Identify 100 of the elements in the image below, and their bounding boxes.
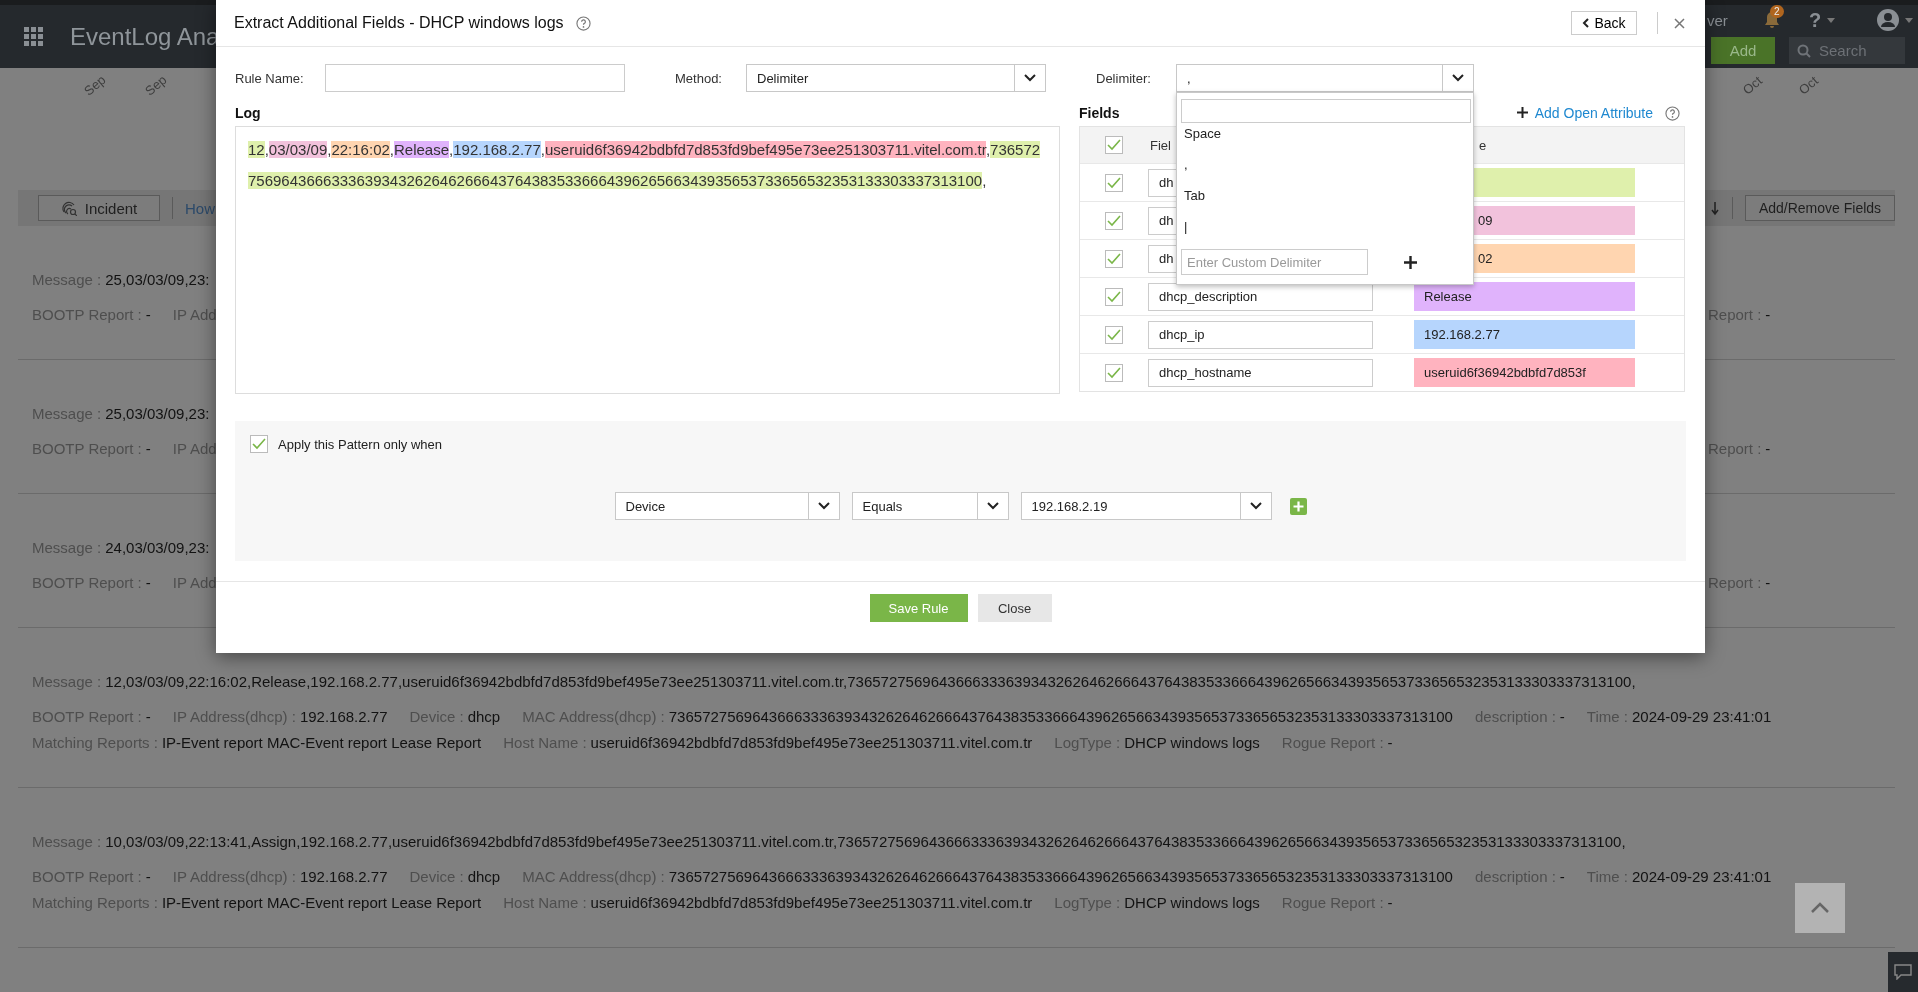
field-value: DHCP windows logs: [1124, 733, 1260, 753]
chevron-down-icon: [1249, 502, 1262, 510]
field-name-input[interactable]: dh: [1148, 168, 1176, 197]
field-value: useruid6f36942bdbfd7d853fd9bef495e73ee251303711.vitel.com.tr: [590, 893, 1033, 913]
field-value: -: [1559, 707, 1565, 727]
axis-label: Sep: [81, 72, 110, 101]
dropdown-option[interactable]: Space: [1181, 123, 1469, 154]
checkbox[interactable]: [1105, 325, 1123, 344]
add-condition-icon[interactable]: [1289, 497, 1307, 515]
checkbox[interactable]: [1105, 249, 1123, 268]
checkbox-label: Apply this Pattern only when: [278, 436, 443, 452]
field-select[interactable]: Device: [614, 492, 840, 520]
add-remove-fields-button[interactable]: Add/Remove Fields: [1745, 195, 1895, 221]
plus-icon: [1516, 107, 1528, 118]
field-value: 7365727569643666333639343262646266643764383533666439626566343935653733656532353133303337313100: [668, 867, 1453, 887]
user-avatar-icon[interactable]: [1877, 9, 1900, 31]
field-value: 24,03/03/09,23:: [105, 538, 210, 558]
value-select[interactable]: 192.168.2.19: [1020, 492, 1272, 520]
user-name[interactable]: ver: [1707, 11, 1763, 29]
search-icon: [1797, 43, 1811, 58]
field-value: -: [1765, 439, 1771, 459]
field-name-input[interactable]: dhcp_hostname: [1148, 358, 1373, 387]
checkbox[interactable]: [1105, 211, 1123, 230]
section-heading: Fields: [1079, 104, 1120, 123]
field-value: 2024-09-29 23:41:01: [1631, 867, 1772, 887]
field-value: DHCP windows logs: [1124, 893, 1260, 913]
close-button[interactable]: Close: [977, 594, 1052, 622]
method-select[interactable]: Delimiter: [746, 64, 1046, 92]
field-name-input[interactable]: dh: [1148, 206, 1176, 235]
dropdown-search-input[interactable]: [1181, 99, 1471, 123]
field-value: 25,03/03/09,23:: [105, 270, 210, 290]
operator-select[interactable]: Equals: [851, 492, 1009, 520]
field-name-input[interactable]: dhcp_description: [1148, 282, 1373, 311]
dialog-title: Extract Additional Fields - DHCP windows logs: [234, 14, 564, 32]
back-button[interactable]: Back: [1571, 11, 1637, 35]
caret-icon: [1905, 17, 1914, 23]
close-icon[interactable]: [1674, 17, 1685, 29]
column-header: e: [1478, 137, 1487, 153]
field-value: 10,03/03/09,22:13:41,Assign,192.168.2.77,useruid6f36942bdbfd7d853fd9bef495e73ee251303711.vitel.com.tr,7365727569643666333639343262646266643764383533666439626566343935653733656532353133303337313100,: [105, 832, 1626, 852]
field-value: -: [1765, 573, 1771, 593]
dropdown-option[interactable]: ,: [1181, 154, 1469, 185]
scroll-to-top-button[interactable]: [1795, 883, 1845, 933]
chevron-down-icon: [1452, 74, 1464, 82]
chevron-up-icon: [1810, 902, 1830, 914]
field-label: Method:: [675, 70, 723, 86]
field-value: dhcp: [467, 867, 501, 887]
checkbox[interactable]: [1105, 173, 1123, 192]
checkbox[interactable]: [250, 435, 268, 453]
checkbox[interactable]: [1105, 363, 1123, 382]
checkbox[interactable]: [1105, 136, 1123, 154]
plus-icon[interactable]: [1404, 255, 1417, 269]
axis-label: Oct: [1795, 73, 1822, 100]
chat-icon: [1894, 964, 1912, 980]
incident-button[interactable]: Incident: [38, 195, 160, 221]
value-chip: useruid6f36942bdbfd7d853f: [1414, 358, 1635, 387]
help-icon[interactable]: [575, 15, 591, 31]
axis-label: Oct: [1739, 73, 1766, 100]
caret-icon: [1827, 17, 1836, 23]
field-value: 192.168.2.77: [299, 867, 388, 887]
checkbox[interactable]: [1105, 287, 1123, 306]
field-value: IP-Event report MAC-Event report Lease Report: [161, 893, 482, 913]
field-value: IP-Event report MAC-Event report Lease Report: [161, 733, 482, 753]
chevron-left-icon: [1582, 18, 1590, 28]
field-label: Rule Name:: [235, 70, 305, 86]
field-value: -: [145, 439, 151, 459]
help-menu[interactable]: ?: [1809, 8, 1822, 32]
field-value: -: [145, 707, 151, 727]
help-icon[interactable]: [1665, 106, 1680, 121]
field-value: 2024-09-29 23:41:01: [1631, 707, 1772, 727]
section-heading: Log: [235, 104, 262, 123]
chat-button[interactable]: [1888, 952, 1918, 992]
add-open-attribute-link[interactable]: Add Open Attribute: [1534, 104, 1653, 122]
field-value: 192.168.2.77: [299, 707, 388, 727]
field-value: -: [1387, 733, 1393, 753]
chevron-down-icon: [817, 502, 830, 510]
grid-icon[interactable]: [24, 26, 44, 47]
field-value: -: [145, 573, 151, 593]
chevron-down-icon: [986, 502, 999, 510]
value-chip: 192.168.2.77: [1414, 320, 1635, 349]
field-name-input[interactable]: dhcp_ip: [1148, 320, 1373, 349]
field-label: Delimiter:: [1096, 70, 1152, 86]
field-value: dhcp: [467, 707, 501, 727]
field-value: 7365727569643666333639343262646266643764383533666439626566343935653733656532353133303337313100: [668, 707, 1453, 727]
rule-name-input[interactable]: [325, 64, 625, 92]
notification-badge: 2: [1770, 5, 1784, 18]
field-value: -: [1559, 867, 1565, 887]
field-value: -: [1387, 893, 1393, 913]
field-value: useruid6f36942bdbfd7d853fd9bef495e73ee251303711.vitel.com.tr: [590, 733, 1033, 753]
search-field[interactable]: Search: [1789, 36, 1905, 64]
log-text: 12,03/03/09,22:16:02,Release,192.168.2.77,useruid6f36942bdbfd7d853fd9bef495e73ee251303711.vitel.com.tr,7365727569643666333639343262646266643764383533666439626566343935653733656532353133303337313100,: [248, 140, 1042, 191]
axis-label: Sep: [142, 72, 171, 101]
field-value: -: [145, 305, 151, 325]
field-value: -: [1765, 305, 1771, 325]
delimiter-select[interactable]: ,: [1176, 64, 1474, 92]
field-value: 25,03/03/09,23:: [105, 404, 210, 424]
field-name-input[interactable]: dh: [1148, 244, 1176, 273]
custom-delimiter-input[interactable]: Enter Custom Delimiter: [1181, 249, 1368, 275]
column-header: Fiel: [1149, 137, 1172, 153]
chevron-down-icon: [1024, 74, 1036, 82]
field-value: 12,03/03/09,22:16:02,Release,192.168.2.77,useruid6f36942bdbfd7d853fd9bef495e73ee251303711.vitel.com.tr,7365727569643666333639343262646266643764383533666439626566343935653733656532353133303337313100,: [105, 672, 1636, 692]
